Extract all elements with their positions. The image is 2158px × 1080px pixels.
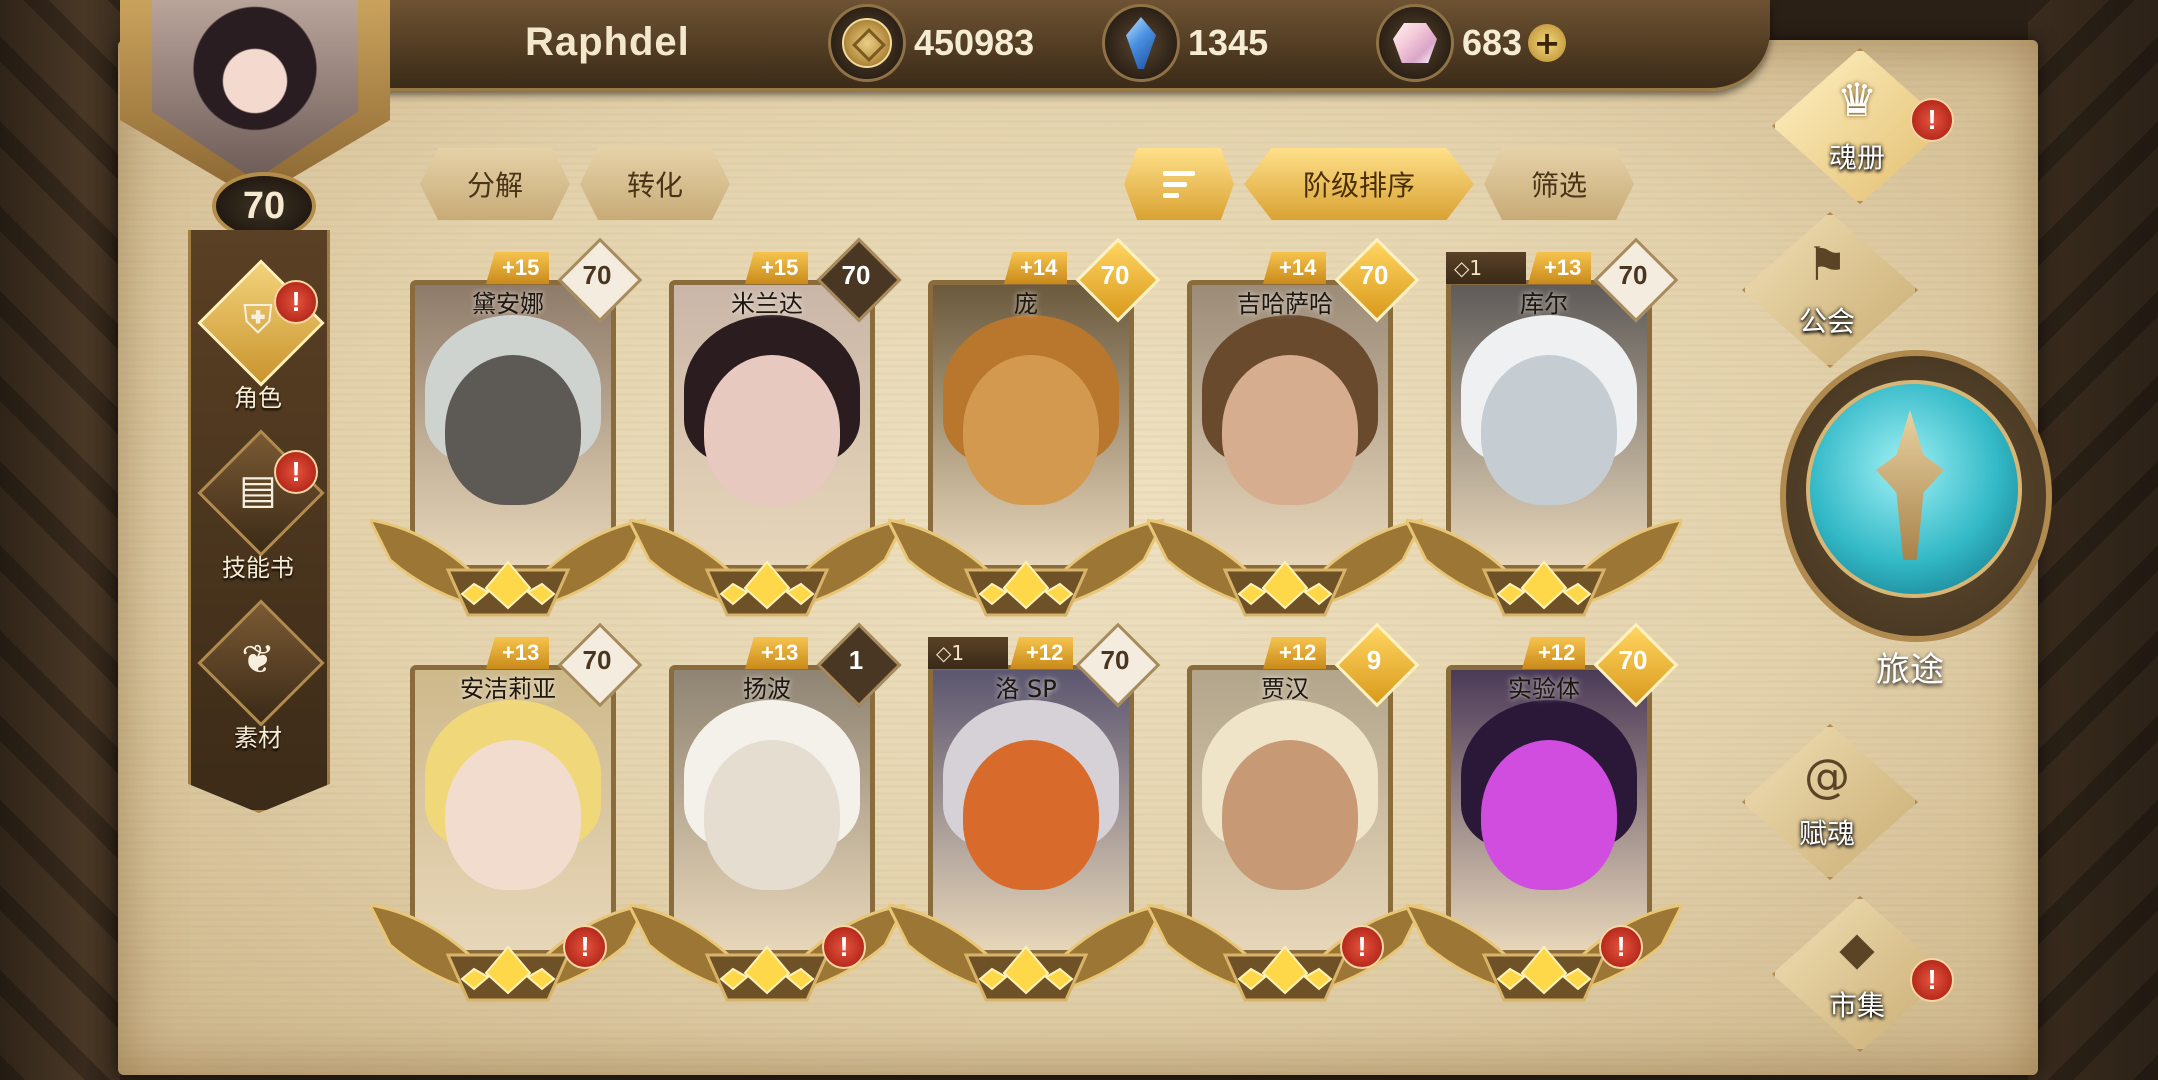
player-avatar[interactable]: 70 — [120, 0, 390, 240]
portrait-face — [1222, 740, 1358, 890]
portrait-face — [1222, 355, 1358, 505]
sort-icon — [1163, 170, 1195, 198]
enhance-level-tag: +13 — [486, 637, 550, 669]
star-rank-tag: ◇1 — [928, 637, 1008, 669]
character-card[interactable]: 贾汉 +12 9! — [1147, 622, 1423, 1015]
gold-coin-icon — [842, 18, 892, 68]
crystal-resource: 1345 — [1102, 4, 1269, 82]
character-card[interactable]: 库尔 ◇1 +13 70 — [1406, 237, 1682, 630]
nav-character[interactable]: ⛨ ! 角色 — [178, 259, 338, 428]
star-rank-tag: ◇1 — [1446, 252, 1526, 284]
rank-wings-crest — [370, 518, 646, 617]
right-frame-background — [2028, 0, 2158, 1080]
character-card[interactable]: 扬波 +13 1! — [629, 622, 905, 1015]
nav-imbue-label: 赋魂 — [1798, 817, 1855, 850]
alert-icon: ! — [1340, 925, 1384, 969]
character-card[interactable]: 黛安娜 +15 70 — [370, 237, 646, 630]
character-card[interactable]: 洛 SP ◇1 +12 70 — [888, 622, 1164, 1015]
gold-orb — [828, 4, 906, 82]
left-frame-background — [0, 0, 120, 1080]
nav-material[interactable]: ❦ 素材 — [178, 599, 338, 768]
character-level: 70 — [1618, 260, 1648, 290]
decompose-button[interactable]: 分解 — [420, 148, 570, 220]
nav-imbue[interactable]: @ 赋魂 — [1712, 724, 1942, 880]
portrait-face — [963, 355, 1099, 505]
nav-guild[interactable]: ⚑ 公会 — [1712, 212, 1942, 368]
alert-icon: ! — [1599, 925, 1643, 969]
character-card[interactable]: 实验体 +12 70! — [1406, 622, 1682, 1015]
convert-button[interactable]: 转化 — [580, 148, 730, 220]
character-card[interactable]: 庞 +14 70 — [888, 237, 1164, 630]
portrait-face — [704, 740, 840, 890]
character-level: 70 — [582, 645, 612, 675]
enhance-level-tag: +12 — [1263, 637, 1327, 669]
nav-market-label: 市集 — [1828, 989, 1885, 1022]
material-icon: ❦ — [241, 637, 275, 683]
character-level: 70 — [841, 260, 871, 290]
enhance-level-tag: +12 — [1522, 637, 1586, 669]
portrait-face — [445, 355, 581, 505]
character-level: 70 — [1359, 260, 1389, 290]
nav-skillbook[interactable]: ▤ ! 技能书 — [178, 429, 338, 598]
nav-soul-book-label: 魂册 — [1828, 141, 1885, 174]
nav-guild-label: 公会 — [1798, 305, 1855, 338]
enhance-level-tag: +14 — [1004, 252, 1068, 284]
sort-order-button[interactable] — [1124, 148, 1234, 220]
enhance-level-tag: +15 — [745, 252, 809, 284]
filter-button[interactable]: 筛选 — [1484, 148, 1634, 220]
gem-amount: 683 — [1462, 22, 1523, 63]
character-level: 9 — [1366, 645, 1382, 675]
sort-by-grade-button[interactable]: 阶级排序 — [1244, 148, 1474, 220]
alert-icon: ! — [274, 280, 318, 324]
character-card[interactable]: 米兰达 +15 70 — [629, 237, 905, 630]
alert-icon: ! — [274, 450, 318, 494]
rank-wings-crest — [888, 903, 1164, 1002]
portrait-face — [963, 740, 1099, 890]
portrait-face — [1481, 740, 1617, 890]
wings-crest-icon: ♛ — [1836, 73, 1878, 127]
journey-button[interactable]: 旅途 — [1780, 350, 2052, 690]
enhance-level-tag: +14 — [1263, 252, 1327, 284]
alert-icon: ! — [563, 925, 607, 969]
enhance-level-tag: +13 — [745, 637, 809, 669]
spiral-soul-icon: @ — [1804, 749, 1850, 803]
rank-wings-crest — [888, 518, 1164, 617]
player-name: Raphdel — [525, 20, 690, 64]
nav-character-label: 角色 — [234, 384, 282, 412]
portrait-face — [704, 355, 840, 505]
character-level: 70 — [1100, 645, 1130, 675]
player-level-badge: 70 — [212, 172, 316, 240]
market-gem-icon: ◆ — [1839, 921, 1875, 975]
gem-orb — [1376, 4, 1454, 82]
add-gems-button[interactable]: + — [1528, 24, 1567, 62]
gold-amount: 450983 — [914, 22, 1035, 63]
enhance-level-tag: +12 — [1010, 637, 1074, 669]
character-level: 1 — [848, 645, 864, 675]
character-level: 70 — [582, 260, 612, 290]
crystal-orb — [1102, 4, 1180, 82]
portrait-face — [445, 740, 581, 890]
character-level: 70 — [1618, 645, 1648, 675]
journey-label: 旅途 — [1876, 650, 1944, 690]
portrait-face — [1481, 355, 1617, 505]
gem-resource[interactable]: 683 + — [1376, 4, 1567, 82]
guild-banner-icon: ⚑ — [1806, 237, 1848, 291]
nav-soul-book[interactable]: ♛ ! 魂册 — [1742, 48, 1972, 204]
character-card[interactable]: 安洁莉亚 +13 70! — [370, 622, 646, 1015]
crystal-amount: 1345 — [1188, 22, 1269, 63]
nav-market[interactable]: ◆ ! 市集 — [1742, 896, 1972, 1052]
blue-crystal-icon — [1126, 17, 1156, 69]
rank-wings-crest — [629, 518, 905, 617]
alert-icon: ! — [822, 925, 866, 969]
gold-resource: 450983 — [828, 4, 1035, 82]
rank-wings-crest — [1406, 518, 1682, 617]
enhance-level-tag: +15 — [486, 252, 550, 284]
character-card[interactable]: 吉哈萨哈 +14 70 — [1147, 237, 1423, 630]
enhance-level-tag: +13 — [1528, 252, 1592, 284]
rank-wings-crest — [1147, 518, 1423, 617]
nav-material-label: 素材 — [234, 724, 282, 752]
pink-gem-icon — [1393, 23, 1437, 63]
nav-skillbook-label: 技能书 — [222, 554, 294, 582]
character-level: 70 — [1100, 260, 1130, 290]
